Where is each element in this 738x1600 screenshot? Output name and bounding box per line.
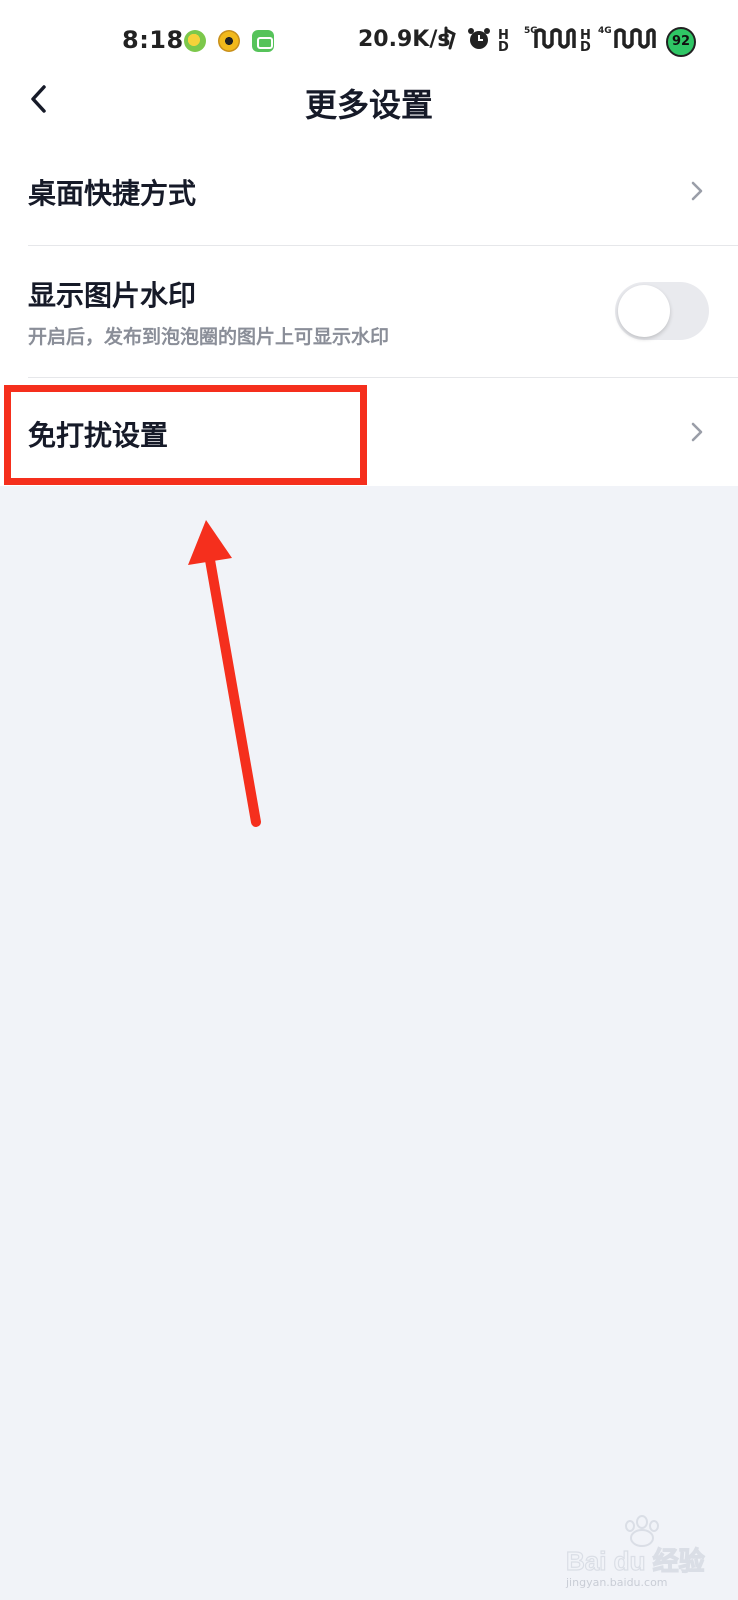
chevron-right-icon	[691, 422, 703, 442]
page-title: 更多设置	[304, 86, 433, 124]
chevron-right-icon	[691, 181, 703, 201]
desktop-shortcut-row[interactable]: 桌面快捷方式	[0, 150, 738, 244]
battery-icon: 92	[666, 27, 696, 57]
status-bar: 8:18 20.9K/s HD 5G HD 4G 92	[0, 0, 738, 84]
toggle-knob	[618, 285, 670, 337]
hd-icon: HD	[498, 28, 509, 55]
annotation-highlight-box	[4, 385, 367, 485]
image-watermark-label: 显示图片水印	[28, 279, 197, 312]
baidu-watermark-url: jingyan.baidu.com	[566, 1576, 668, 1589]
image-watermark-toggle[interactable]	[615, 282, 709, 340]
signal-icon	[534, 26, 576, 58]
app-notification-icon	[184, 30, 206, 52]
baidu-watermark-logo: Bai du 经验	[566, 1515, 705, 1577]
svg-text:Bai du 经验: Bai du 经验	[566, 1546, 705, 1576]
app-notification-icon	[218, 30, 240, 52]
desktop-shortcut-label: 桌面快捷方式	[28, 177, 197, 210]
vibrate-icon	[440, 26, 460, 58]
app-notification-icon	[252, 30, 274, 52]
image-watermark-description: 开启后，发布到泡泡圈的图片上可显示水印	[28, 326, 390, 348]
hd-icon: HD	[580, 28, 591, 55]
signal-icon	[614, 26, 656, 58]
alarm-icon	[466, 26, 492, 58]
sim2-network-label: 4G	[598, 26, 612, 36]
network-speed: 20.9K/s	[358, 27, 451, 52]
status-time: 8:18	[122, 26, 184, 54]
